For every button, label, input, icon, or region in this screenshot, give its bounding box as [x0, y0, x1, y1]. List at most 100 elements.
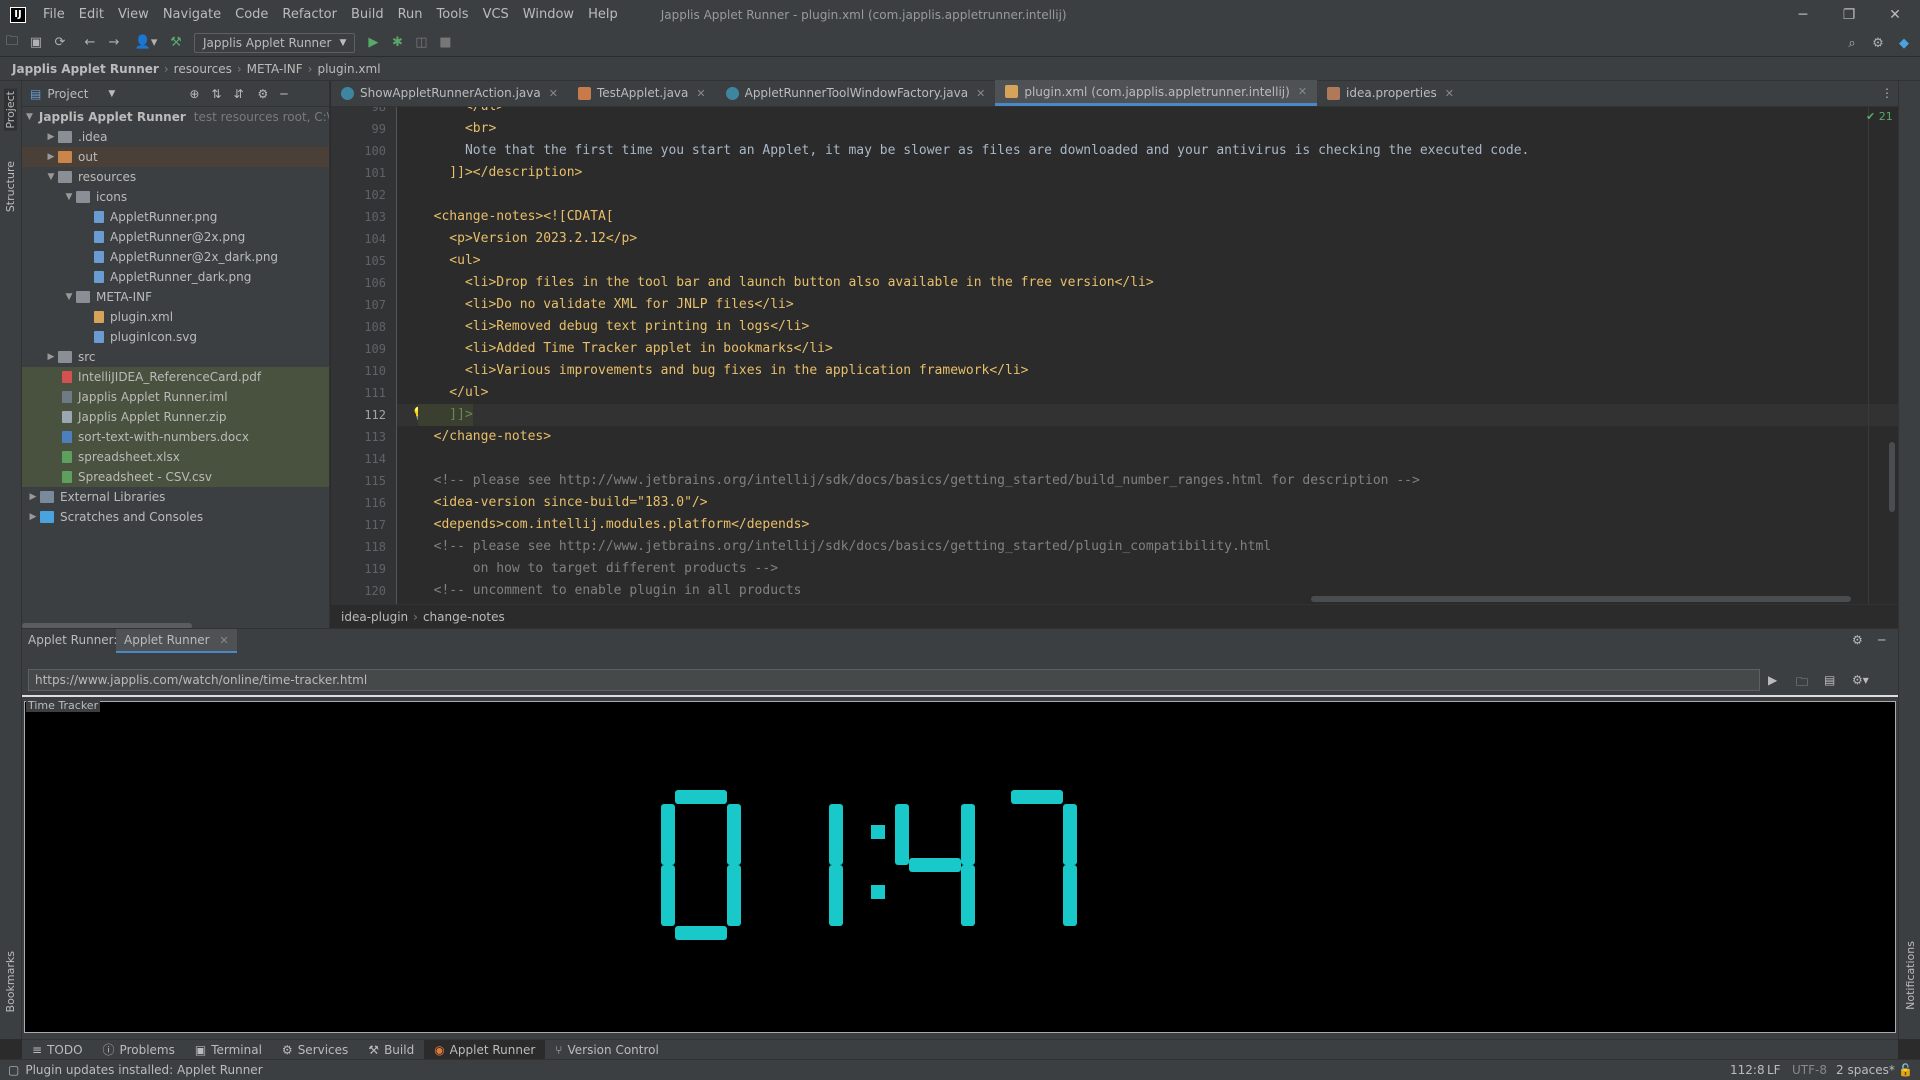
- tree-item-file[interactable]: AppletRunner@2x_dark.png: [22, 247, 329, 267]
- notifications-tool-button[interactable]: Notifications: [1904, 941, 1917, 1010]
- tree-item-file[interactable]: pluginIcon.svg: [22, 327, 329, 347]
- expand-arrow-icon[interactable]: ▼: [44, 172, 58, 182]
- hide-panel-icon[interactable]: ─: [1878, 633, 1885, 647]
- breadcrumb-plugin-xml[interactable]: plugin.xml: [317, 62, 380, 76]
- inspection-widget[interactable]: ✔ 21: [1866, 110, 1893, 123]
- save-icon[interactable]: ▣: [24, 32, 48, 54]
- menu-navigate[interactable]: Navigate: [156, 0, 228, 29]
- tab-plugin-xml[interactable]: plugin.xml (com.japplis.appletrunner.int…: [995, 80, 1318, 106]
- tree-item-src[interactable]: ▶ src: [22, 347, 329, 367]
- menu-code[interactable]: Code: [228, 0, 275, 29]
- tree-item-file[interactable]: AppletRunner_dark.png: [22, 267, 329, 287]
- expand-arrow-icon[interactable]: ▶: [26, 492, 40, 502]
- toolwindow-build[interactable]: ⚒ Build: [358, 1040, 424, 1060]
- menu-view[interactable]: View: [111, 0, 156, 29]
- collapse-all-icon[interactable]: ⇵: [233, 87, 243, 101]
- forward-icon[interactable]: →: [102, 32, 126, 54]
- runner-tab[interactable]: Applet Runner ✕: [116, 629, 237, 653]
- breadcrumb-resources[interactable]: resources: [174, 62, 232, 76]
- menu-vcs[interactable]: VCS: [476, 0, 516, 29]
- caret-position[interactable]: 112:8: [1730, 1063, 1765, 1077]
- editor-horizontal-scrollbar[interactable]: [1311, 596, 1851, 602]
- toolwindow-terminal[interactable]: ▣ Terminal: [185, 1040, 272, 1060]
- applet-settings-icon[interactable]: ⚙▾: [1852, 673, 1869, 687]
- close-tab-icon[interactable]: ✕: [696, 87, 705, 100]
- tree-item-file[interactable]: AppletRunner.png: [22, 207, 329, 227]
- build-hammer-icon[interactable]: ⚒: [164, 32, 188, 54]
- stop-icon[interactable]: ■: [433, 32, 457, 54]
- tree-item-file[interactable]: Spreadsheet - CSV.csv: [22, 467, 329, 487]
- tab-test-applet[interactable]: TestApplet.java ✕: [568, 80, 716, 106]
- tab-show-applet-runner-action[interactable]: ShowAppletRunnerAction.java ✕: [331, 80, 568, 106]
- breadcrumb-meta-inf[interactable]: META-INF: [247, 62, 303, 76]
- restore-icon[interactable]: ❐: [1826, 0, 1872, 29]
- url-input[interactable]: https://www.japplis.com/watch/online/tim…: [28, 669, 1760, 691]
- bookmark-icon[interactable]: ▤: [1824, 673, 1835, 687]
- search-icon[interactable]: ⌕: [1840, 32, 1864, 54]
- tree-item-file[interactable]: plugin.xml: [22, 307, 329, 327]
- tree-item-file[interactable]: Japplis Applet Runner.iml: [22, 387, 329, 407]
- toolwindow-problems[interactable]: ⓘ Problems: [93, 1040, 185, 1060]
- run-icon[interactable]: ▶: [361, 32, 385, 54]
- status-message[interactable]: Plugin updates installed: Applet Runner: [25, 1063, 262, 1077]
- tree-item-file[interactable]: Japplis Applet Runner.zip: [22, 407, 329, 427]
- intellij-logo-icon[interactable]: IJ: [10, 6, 26, 23]
- menu-build[interactable]: Build: [344, 0, 391, 29]
- close-tab-icon[interactable]: ✕: [1298, 85, 1307, 98]
- close-tab-icon[interactable]: ✕: [1445, 87, 1454, 100]
- editor-vertical-scrollbar[interactable]: [1889, 442, 1895, 512]
- more-tabs-icon[interactable]: ⋮: [1881, 86, 1893, 100]
- expand-arrow-icon[interactable]: ▶: [44, 152, 58, 162]
- toolwindow-todo[interactable]: ≡ TODO: [22, 1040, 93, 1060]
- open-folder-icon[interactable]: 🗀: [0, 32, 24, 54]
- crumb-idea-plugin[interactable]: idea-plugin: [341, 610, 408, 624]
- menu-file[interactable]: File: [36, 0, 72, 29]
- indent-setting[interactable]: 2 spaces*: [1836, 1063, 1895, 1077]
- structure-tool-button[interactable]: Structure: [4, 161, 17, 212]
- menu-edit[interactable]: Edit: [72, 0, 111, 29]
- breadcrumb-project[interactable]: Japplis Applet Runner: [12, 62, 159, 76]
- vcs-user-icon[interactable]: 👤▾: [134, 32, 158, 54]
- code-editor[interactable]: 98 99 100 101 102 103 104 105 106 107 10…: [331, 107, 1898, 604]
- tree-item-icons[interactable]: ▼ icons: [22, 187, 329, 207]
- tree-root[interactable]: ▼ Japplis Applet Runner test resources r…: [22, 107, 329, 127]
- menu-window[interactable]: Window: [516, 0, 581, 29]
- play-icon[interactable]: ▶: [1768, 673, 1777, 687]
- toolbox-icon[interactable]: ◆: [1892, 32, 1916, 54]
- hide-panel-icon[interactable]: ─: [280, 87, 287, 101]
- settings-gear-icon[interactable]: ⚙: [1866, 32, 1890, 54]
- toolwindow-services[interactable]: ⚙ Services: [272, 1040, 358, 1060]
- project-tool-button[interactable]: Project: [4, 89, 17, 131]
- back-icon[interactable]: ←: [78, 32, 102, 54]
- tree-item-external-libraries[interactable]: ▶ External Libraries: [22, 487, 329, 507]
- chevron-down-icon[interactable]: ▼: [108, 89, 115, 99]
- tree-item-file[interactable]: spreadsheet.xlsx: [22, 447, 329, 467]
- expand-arrow-icon[interactable]: ▼: [26, 112, 33, 122]
- minimize-icon[interactable]: ─: [1780, 0, 1826, 29]
- tree-item-idea[interactable]: ▶ .idea: [22, 127, 329, 147]
- close-tab-icon[interactable]: ✕: [219, 634, 228, 647]
- expand-arrow-icon[interactable]: ▼: [62, 292, 76, 302]
- tab-idea-properties[interactable]: idea.properties ✕: [1317, 80, 1464, 106]
- sync-icon[interactable]: ⟳: [48, 32, 72, 54]
- expand-arrow-icon[interactable]: ▶: [44, 352, 58, 362]
- menu-run[interactable]: Run: [391, 0, 430, 29]
- tree-item-out[interactable]: ▶ out: [22, 147, 329, 167]
- locate-icon[interactable]: ⊕: [189, 87, 199, 101]
- tree-item-file[interactable]: IntelliJIDEA_ReferenceCard.pdf: [22, 367, 329, 387]
- file-encoding[interactable]: UTF-8: [1792, 1063, 1827, 1077]
- menu-refactor[interactable]: Refactor: [275, 0, 344, 29]
- close-tab-icon[interactable]: ✕: [976, 87, 985, 100]
- expand-all-icon[interactable]: ⇅: [211, 87, 221, 101]
- tab-tool-window-factory[interactable]: AppletRunnerToolWindowFactory.java ✕: [716, 80, 996, 106]
- menu-help[interactable]: Help: [581, 0, 625, 29]
- tree-item-meta-inf[interactable]: ▼ META-INF: [22, 287, 329, 307]
- coverage-icon[interactable]: ◫: [409, 32, 433, 54]
- expand-arrow-icon[interactable]: ▶: [44, 132, 58, 142]
- toolwindow-version-control[interactable]: ⑂ Version Control: [545, 1040, 669, 1060]
- debug-icon[interactable]: ✱: [385, 32, 409, 54]
- project-view-selector[interactable]: Project: [47, 87, 88, 101]
- crumb-change-notes[interactable]: change-notes: [423, 610, 505, 624]
- tree-item-resources[interactable]: ▼ resources: [22, 167, 329, 187]
- tree-item-file[interactable]: AppletRunner@2x.png: [22, 227, 329, 247]
